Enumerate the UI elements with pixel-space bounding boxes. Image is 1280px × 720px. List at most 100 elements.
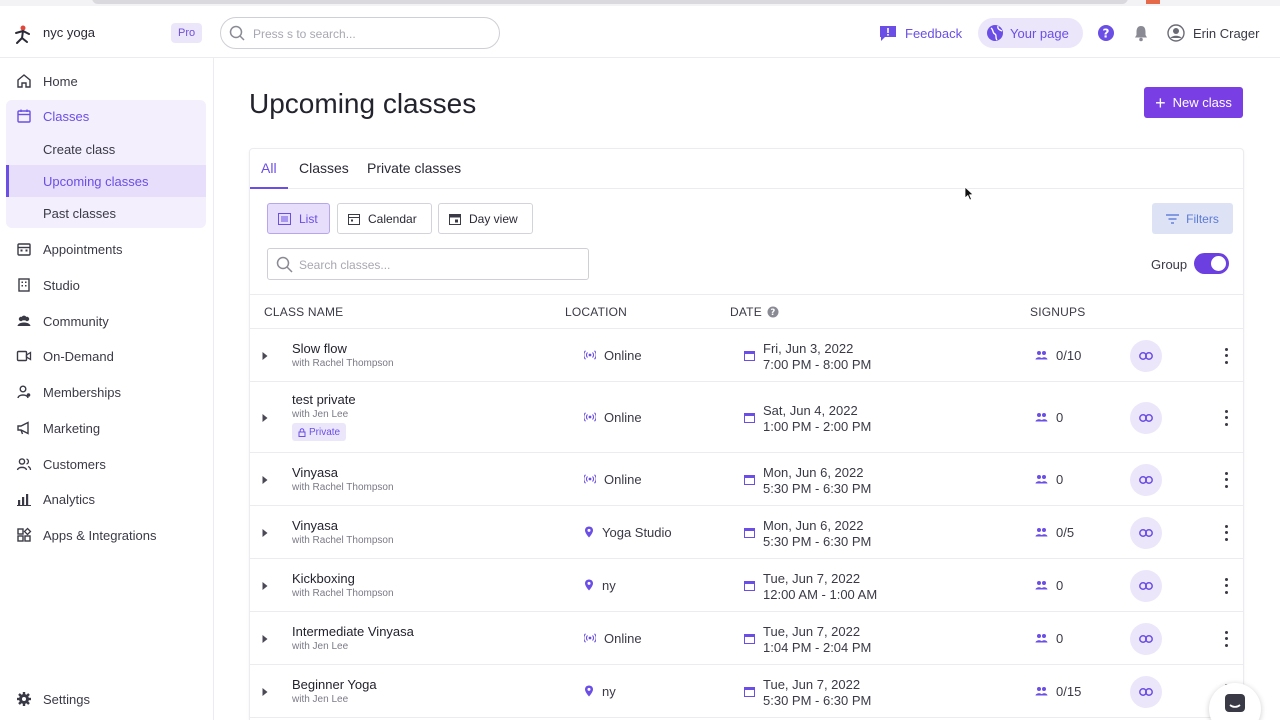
bell-icon [1135,26,1147,42]
share-link-button[interactable] [1130,622,1162,655]
global-search-input[interactable] [253,24,493,44]
yoga-logo-icon [15,25,30,44]
calendar-grid-icon [17,243,31,256]
sidebar-item-label: Studio [43,277,80,293]
class-date: Sat, Jun 4, 2022 [763,402,858,418]
feedback-label: Feedback [905,25,963,41]
calendar-icon [744,580,755,591]
tab-classes[interactable]: Classes [299,149,349,189]
class-signups: 0 [1035,472,1063,487]
sidebar-item-home[interactable]: Home [6,65,206,97]
column-class-name[interactable]: CLASS NAME [264,305,343,319]
class-time: 7:00 PM - 8:00 PM [763,356,872,372]
table-row[interactable]: Vinyasa with Rachel Thompson Online Mon, Ju… [250,453,1243,506]
sidebar-item-community[interactable]: Community [6,305,206,337]
view-day-label: Day view [469,211,518,226]
table-row[interactable]: Beginner Yoga with Jen Lee ny Tue, Jun 7, 2… [250,665,1243,718]
share-link-button[interactable] [1130,675,1162,708]
tab-all[interactable]: All [250,149,288,189]
sidebar-item-label: Community [43,313,109,329]
share-link-button[interactable] [1130,516,1162,549]
more-options-icon[interactable] [1220,524,1232,541]
group-toggle[interactable] [1194,253,1229,274]
info-icon[interactable]: ? [767,306,779,318]
notifications-button[interactable] [1132,18,1150,48]
table-row[interactable]: Slow flow with Rachel Thompson Online Fri, … [250,329,1243,382]
share-link-button[interactable] [1130,463,1162,496]
expand-caret-icon[interactable] [261,687,269,697]
your-page-button[interactable]: Your page [978,18,1083,48]
chat-launcher[interactable] [1209,683,1261,720]
class-location: Online [584,410,642,425]
class-name[interactable]: Kickboxing [292,571,355,586]
column-date[interactable]: DATE ? [730,305,779,319]
studio-name[interactable]: nyc yoga [43,25,95,40]
expand-caret-icon[interactable] [261,413,269,423]
class-instructor: with Jen Lee [292,409,349,420]
filters-button[interactable]: Filters [1152,203,1233,234]
expand-caret-icon[interactable] [261,581,269,591]
expand-caret-icon[interactable] [261,528,269,538]
table-header: CLASS NAME LOCATION DATE ? SIGNUPS [250,294,1243,329]
sidebar-item-label: Analytics [43,491,96,507]
more-options-icon[interactable] [1220,471,1232,488]
share-link-button[interactable] [1130,339,1162,372]
sidebar-item-on-demand[interactable]: On-Demand [6,340,206,372]
sidebar-subitem-upcoming-classes[interactable]: Upcoming classes [6,165,206,197]
class-name[interactable]: Intermediate Vinyasa [292,624,414,639]
share-link-button[interactable] [1130,401,1162,434]
tab-private-classes[interactable]: Private classes [367,149,461,189]
class-time: 1:00 PM - 2:00 PM [763,418,872,434]
sidebar-item-studio[interactable]: Studio [6,269,206,301]
feedback-button[interactable]: Feedback [879,18,962,48]
sidebar-item-settings[interactable]: Settings [6,683,206,715]
class-search-input[interactable] [299,255,579,275]
view-calendar-button[interactable]: Calendar [337,203,432,234]
share-link-button[interactable] [1130,569,1162,602]
more-options-icon[interactable] [1220,347,1232,364]
filters-label: Filters [1186,211,1219,226]
table-row[interactable]: Intermediate Vinyasa with Jen Lee Online Tu… [250,612,1243,665]
new-class-button[interactable]: + New class [1144,87,1243,118]
view-list-button[interactable]: List [267,203,330,234]
table-row[interactable]: test private with Jen Lee Private Online Sat… [250,382,1243,453]
table-row[interactable]: Vinyasa with Rachel Thompson Yoga Studio Mo… [250,506,1243,559]
table-row[interactable]: Kickboxing with Rachel Thompson ny Tue, Jun… [250,559,1243,612]
people-icon [17,315,31,326]
class-name[interactable]: Vinyasa [292,518,338,533]
filter-icon [1166,213,1180,224]
class-name[interactable]: Slow flow [292,341,347,356]
sidebar-item-marketing[interactable]: Marketing [6,412,206,444]
sidebar-subitem-past-classes[interactable]: Past classes [6,197,206,229]
sidebar-item-customers[interactable]: Customers [6,448,206,480]
expand-caret-icon[interactable] [261,634,269,644]
more-options-icon[interactable] [1220,409,1232,426]
link-icon [1139,687,1153,696]
user-menu[interactable]: Erin Crager [1167,18,1259,48]
help-button[interactable]: ? [1097,18,1115,48]
sidebar-subitem-create-class[interactable]: Create class [6,133,206,165]
class-location: Online [584,472,642,487]
class-date: Tue, Jun 7, 2022 [763,676,861,692]
expand-caret-icon[interactable] [261,351,269,361]
class-search[interactable] [267,248,589,280]
class-name[interactable]: Beginner Yoga [292,677,377,692]
gear-icon [17,692,31,706]
class-name[interactable]: test private [292,392,356,407]
more-options-icon[interactable] [1220,577,1232,594]
broadcast-icon [584,412,596,422]
view-day-button[interactable]: Day view [438,203,533,234]
sidebar-item-classes[interactable]: Classes [6,100,206,132]
sidebar-item-apps-integrations[interactable]: Apps & Integrations [6,519,206,551]
sidebar-item-memberships[interactable]: Memberships [6,376,206,408]
more-options-icon[interactable] [1220,630,1232,647]
sidebar-item-analytics[interactable]: Analytics [6,483,206,515]
column-signups[interactable]: SIGNUPS [1030,305,1085,319]
class-name[interactable]: Vinyasa [292,465,338,480]
global-search[interactable] [220,17,500,49]
expand-caret-icon[interactable] [261,475,269,485]
search-icon [276,256,293,273]
column-location[interactable]: LOCATION [565,305,627,319]
sidebar-item-appointments[interactable]: Appointments [6,233,206,265]
class-location-label: Online [604,409,642,425]
